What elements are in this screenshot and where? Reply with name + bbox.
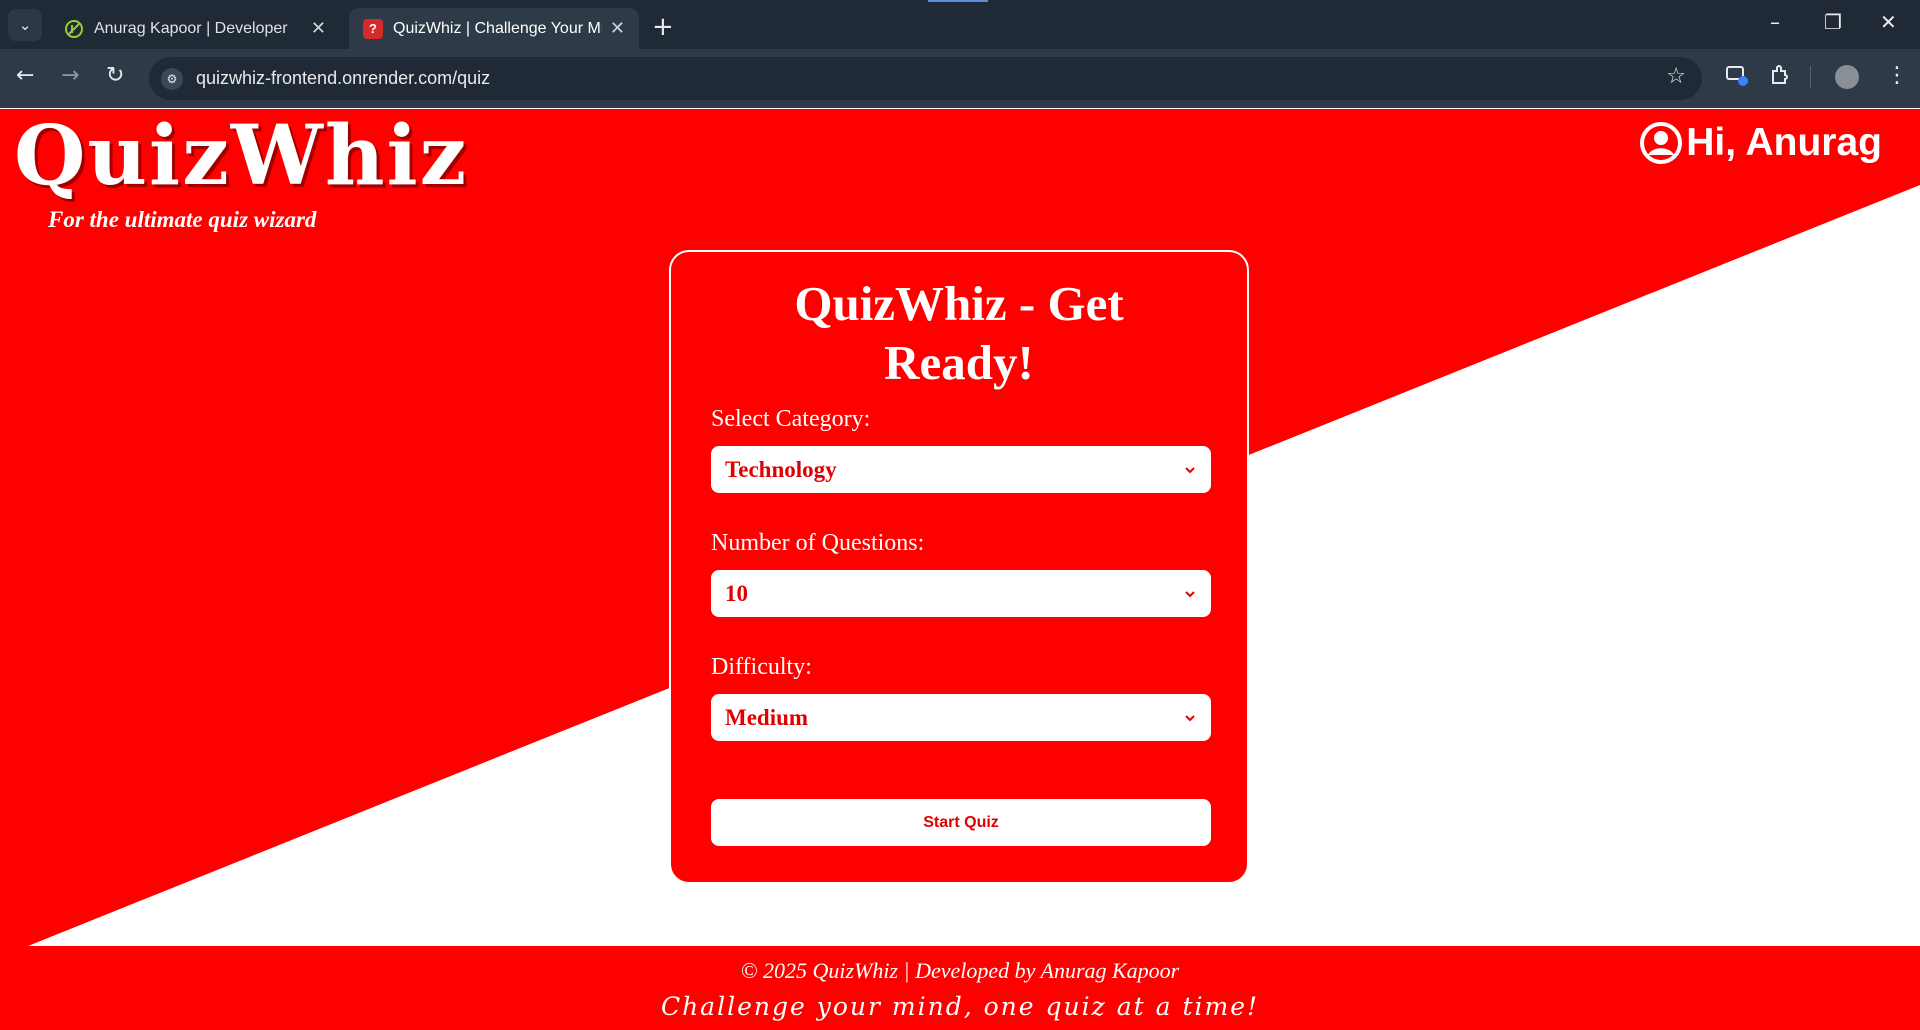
close-tab-icon[interactable]: ✕ xyxy=(311,18,326,39)
developer-favicon-icon xyxy=(64,19,84,39)
site-logo[interactable]: QuizWhiz xyxy=(14,115,468,197)
chevron-down-icon: ⌄ xyxy=(18,16,32,34)
chevron-down-icon xyxy=(1185,714,1195,721)
address-bar[interactable]: ⚙ quizwhiz-frontend.onrender.com/quiz ☆ xyxy=(149,57,1702,100)
user-circle-icon xyxy=(1640,122,1683,164)
back-icon[interactable]: ← xyxy=(16,63,34,88)
profile-avatar[interactable] xyxy=(1835,65,1859,89)
tab-indicator xyxy=(928,0,988,2)
card-title-line1: QuizWhiz - Get xyxy=(794,276,1124,331)
reload-icon[interactable]: ↻ xyxy=(106,63,124,88)
difficulty-label: Difficulty: xyxy=(711,654,812,680)
site-info-icon[interactable]: ⚙ xyxy=(161,68,183,90)
chevron-down-icon xyxy=(1185,590,1195,597)
close-tab-icon[interactable]: ✕ xyxy=(610,18,625,39)
questions-select[interactable]: 10 xyxy=(711,570,1211,617)
restore-icon[interactable]: ❐ xyxy=(1824,10,1842,34)
category-value: Technology xyxy=(725,456,837,482)
toolbar-divider xyxy=(1810,66,1811,88)
start-quiz-button[interactable]: Start Quiz xyxy=(711,799,1211,846)
user-greeting[interactable]: Hi, Anurag xyxy=(1640,121,1882,165)
tab-title: QuizWhiz | Challenge Your Mind xyxy=(393,19,602,37)
tab-search-button[interactable]: ⌄ xyxy=(8,9,42,41)
footer-motto: Challenge your mind, one quiz at a time! xyxy=(660,992,1260,1021)
tab-title: Anurag Kapoor | Developer xyxy=(94,19,288,37)
tab-anurag-kapoor[interactable]: Anurag Kapoor | Developer ✕ xyxy=(50,8,340,49)
footer-copyright: © 2025 QuizWhiz | Developed by Anurag Ka… xyxy=(740,958,1180,983)
quiz-page: QuizWhiz For the ultimate quiz wizard Hi… xyxy=(0,109,1920,1030)
category-select[interactable]: Technology xyxy=(711,446,1211,493)
bookmark-star-icon[interactable]: ☆ xyxy=(1666,64,1686,89)
new-tab-button[interactable]: + xyxy=(652,12,674,42)
difficulty-value: Medium xyxy=(725,704,809,730)
site-tagline: For the ultimate quiz wizard xyxy=(48,207,317,232)
quiz-setup-card: QuizWhiz - Get Ready! Select Category: T… xyxy=(669,250,1249,884)
cast-icon[interactable] xyxy=(1725,63,1749,93)
questions-label: Number of Questions: xyxy=(711,530,925,556)
site-footer: © 2025 QuizWhiz | Developed by Anurag Ka… xyxy=(0,946,1920,1030)
extensions-icon[interactable] xyxy=(1768,63,1792,93)
menu-kebab-icon[interactable]: ⋮ xyxy=(1886,63,1908,88)
close-window-icon[interactable]: ✕ xyxy=(1880,10,1897,34)
forward-icon[interactable]: → xyxy=(61,63,79,88)
tab-quizwhiz[interactable]: ? QuizWhiz | Challenge Your Mind ✕ xyxy=(349,8,639,49)
category-label: Select Category: xyxy=(711,406,871,432)
questions-value: 10 xyxy=(725,580,748,606)
card-title: QuizWhiz - Get Ready! xyxy=(671,274,1247,392)
difficulty-select[interactable]: Medium xyxy=(711,694,1211,741)
browser-toolbar: ← → ↻ ⚙ quizwhiz-frontend.onrender.com/q… xyxy=(0,49,1920,108)
greeting-text: Hi, Anurag xyxy=(1686,121,1882,164)
url-text: quizwhiz-frontend.onrender.com/quiz xyxy=(196,68,491,88)
card-title-line2: Ready! xyxy=(884,335,1034,390)
browser-tab-bar: ⌄ Anurag Kapoor | Developer ✕ ? QuizWhiz… xyxy=(0,0,1920,49)
chevron-down-icon xyxy=(1185,466,1195,473)
quizwhiz-favicon-icon: ? xyxy=(363,18,383,39)
minimize-icon[interactable]: – xyxy=(1770,10,1780,34)
